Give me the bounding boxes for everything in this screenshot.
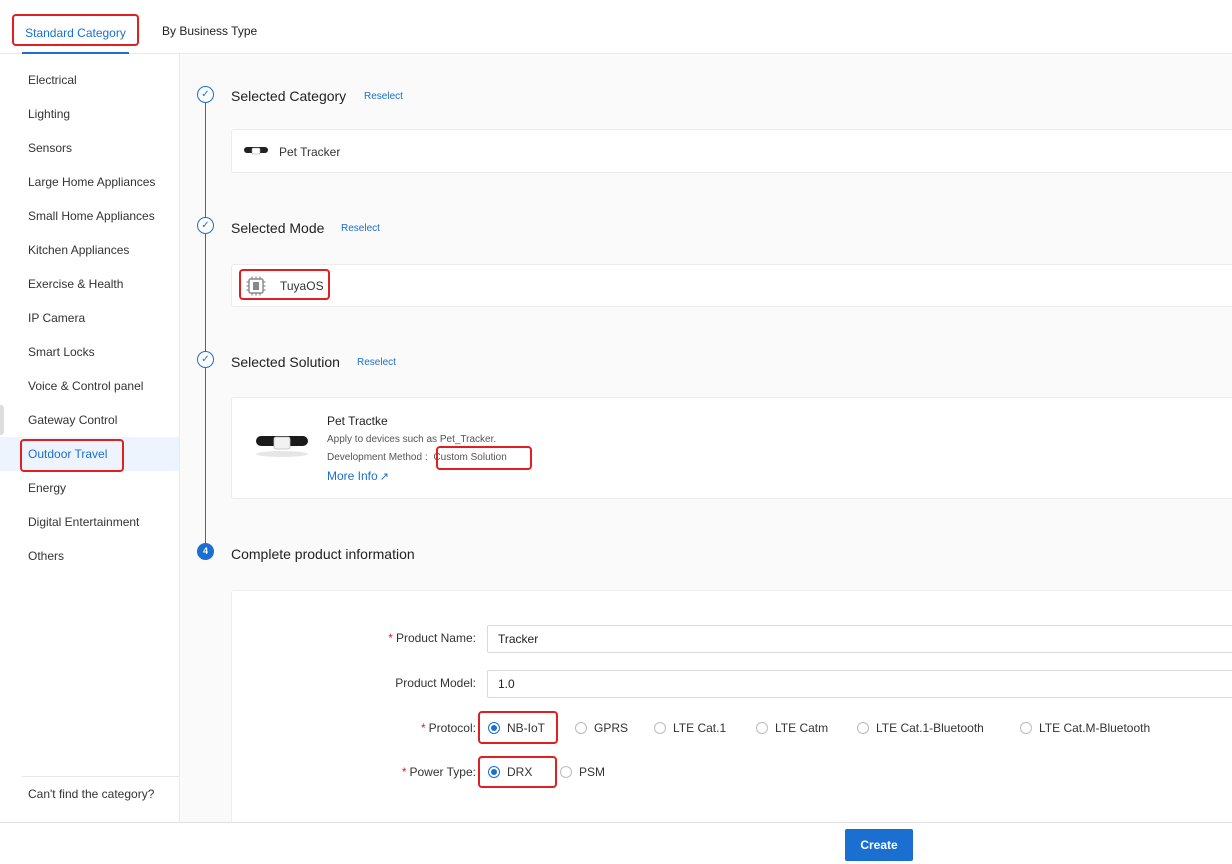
power-type-option-psm[interactable]: PSM [560,765,605,779]
protocol-option-lte-catm[interactable]: LTE Catm [756,721,828,735]
tab-standard-category[interactable]: Standard Category [12,14,139,46]
highlight-box [239,269,330,300]
highlight-box [478,756,557,788]
protocol-option-label: GPRS [594,721,629,735]
sidebar-item-outdoor-travel[interactable]: Outdoor Travel [0,437,179,472]
sidebar-collapse-handle[interactable] [0,405,4,435]
reselect-category-link[interactable]: Reselect [364,91,403,102]
pet-tracker-collar-image [256,436,308,457]
sidebar-item-sensors[interactable]: Sensors [0,131,179,165]
required-asterisk: * [420,721,426,735]
protocol-option-lte-cat1-bluetooth[interactable]: LTE Cat.1-Bluetooth [857,721,984,735]
protocol-option-label: LTE Cat.M-Bluetooth [1039,721,1151,735]
sidebar-item-small-home-appliances[interactable]: Small Home Appliances [0,199,179,233]
sidebar-item-gateway-control[interactable]: Gateway Control [0,403,179,437]
footer-bar: Create [0,822,1232,864]
tab-by-business-type[interactable]: By Business Type [162,14,257,46]
step-number-badge: 4 [197,543,214,560]
highlight-box [20,439,124,472]
label-colon: : [472,676,476,690]
protocol-option-label: LTE Cat.1 [673,721,727,735]
highlight-box [478,711,558,744]
step-done-check-icon: ✓ [197,217,214,234]
protocol-option-lte-catm-bluetooth[interactable]: LTE Cat.M-Bluetooth [1020,721,1150,735]
protocol-option-label: LTE Catm [775,721,829,735]
product-name-input[interactable]: Tracker [487,625,1232,653]
solution-name: Pet Tractke [327,414,388,428]
radio-icon [575,722,587,734]
create-button[interactable]: Create [845,829,913,861]
radio-icon [654,722,666,734]
step-done-check-icon: ✓ [197,86,214,103]
step-timeline-line [205,103,206,545]
protocol-label: * Protocol: [326,721,476,735]
product-model-input[interactable]: 1.0 [487,670,1232,698]
radio-icon [1020,722,1032,734]
sidebar-item-smart-locks[interactable]: Smart Locks [0,335,179,369]
sidebar-item-exercise-health[interactable]: Exercise & Health [0,267,179,301]
more-info-link[interactable]: More Info ↗ [327,469,389,483]
solution-description: Apply to devices such as Pet_Tracker. [327,434,497,445]
selected-category-card: Pet Tracker [231,129,1232,173]
product-name-label: * Product Name: [326,631,476,645]
selected-mode-card: TuyaOS [231,264,1232,307]
step-title-category: Selected Category [231,88,347,104]
protocol-option-lte-cat1[interactable]: LTE Cat.1 [654,721,726,735]
selected-category-value: Pet Tracker [279,145,341,159]
power-type-label: * Power Type: [326,765,476,779]
sidebar-item-lighting[interactable]: Lighting [0,97,179,131]
sidebar-item-voice-control-panel[interactable]: Voice & Control panel [0,369,179,403]
protocol-label-text: Protocol [428,721,473,735]
sidebar-item-energy[interactable]: Energy [0,471,179,505]
protocol-option-gprs[interactable]: GPRS [575,721,628,735]
sidebar-item-ip-camera[interactable]: IP Camera [0,301,179,335]
step-done-check-icon: ✓ [197,351,214,368]
top-tabs: Standard Category By Business Type [0,0,1232,54]
label-colon: : [472,631,476,645]
pet-tracker-icon [244,147,268,155]
sidebar-item-electrical[interactable]: Electrical [0,63,179,97]
product-name-label-text: Product Name [395,631,473,645]
step-title-mode: Selected Mode [231,220,325,236]
label-colon: : [472,721,476,735]
development-method-label: Development Method : [327,452,428,463]
required-asterisk: * [401,765,407,779]
radio-icon [756,722,768,734]
cant-find-category-link[interactable]: Can't find the category? [22,776,179,801]
step-title-solution: Selected Solution [231,354,340,370]
selected-solution-card [231,397,1232,499]
radio-icon [560,766,572,778]
reselect-solution-link[interactable]: Reselect [357,357,396,368]
reselect-mode-link[interactable]: Reselect [341,223,380,234]
highlight-box [436,446,532,470]
label-colon: : [472,765,476,779]
sidebar-item-digital-entertainment[interactable]: Digital Entertainment [0,505,179,539]
product-model-label-text: Product Model [395,676,473,690]
sidebar-item-kitchen-appliances[interactable]: Kitchen Appliances [0,233,179,267]
more-info-label: More Info [327,469,378,483]
sidebar-item-others[interactable]: Others [0,539,179,573]
product-model-label: Product Model: [326,676,476,690]
sidebar-item-large-home-appliances[interactable]: Large Home Appliances [0,165,179,199]
required-asterisk: * [388,631,393,645]
step-title-complete: Complete product information [231,546,415,562]
power-type-label-text: Power Type [409,765,473,779]
category-sidebar: Electrical Lighting Sensors Large Home A… [0,54,180,824]
protocol-option-label: LTE Cat.1-Bluetooth [876,721,984,735]
radio-icon [857,722,869,734]
external-link-icon: ↗ [379,471,389,483]
power-type-option-label: PSM [579,765,606,779]
